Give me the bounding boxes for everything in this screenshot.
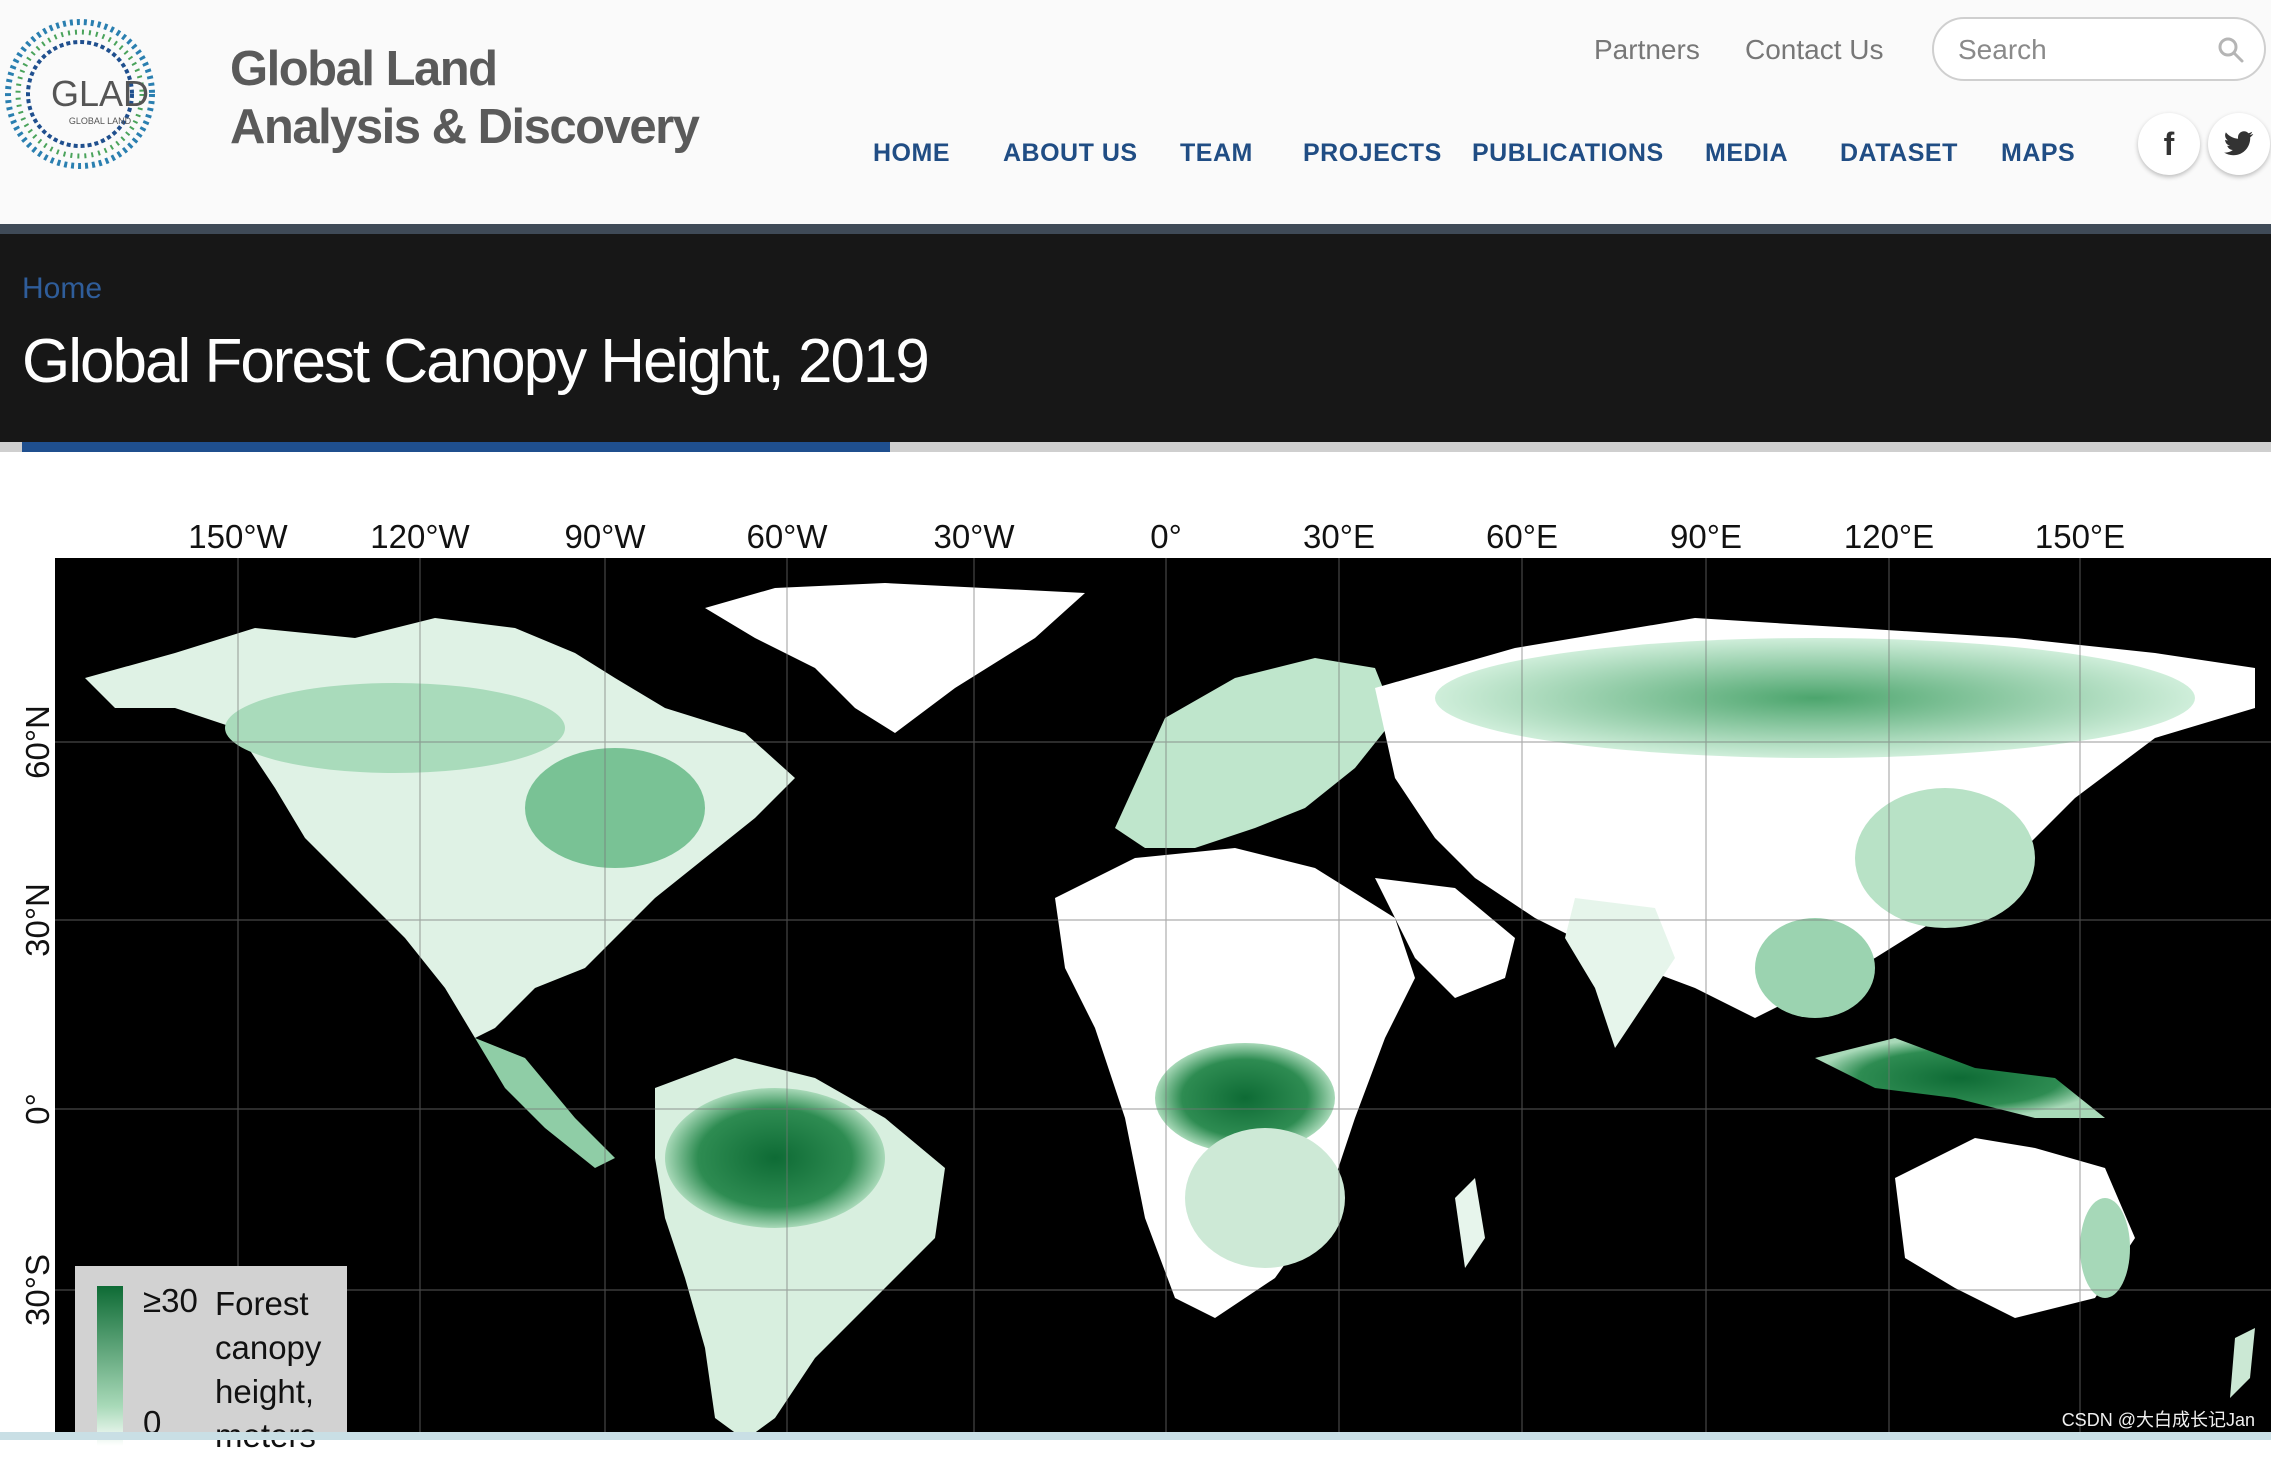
site-header: GLAD GLOBAL LAND Global Land Analysis & … (0, 0, 2271, 224)
brand-line-1: Global Land (230, 42, 498, 96)
lon-label: 150°E (2034, 518, 2126, 555)
partners-link[interactable]: Partners (1594, 34, 1700, 66)
map-legend: ≥30 0 Forest canopy height, meters (75, 1266, 347, 1454)
lat-label: 0° (19, 1093, 56, 1125)
siberian-taiga (1435, 638, 2195, 758)
watermark: CSDN @大白成长记Jan (2061, 1410, 2255, 1430)
legend-title-line: canopy (215, 1329, 322, 1366)
logo-text: GLAD (51, 73, 149, 114)
logo-subtext: GLOBAL LAND (69, 116, 132, 126)
lat-label: 30°S (19, 1254, 56, 1326)
page-title-band: Home Global Forest Canopy Height, 2019 (0, 234, 2271, 442)
legend-max-label: ≥30 (143, 1282, 198, 1319)
nav-media[interactable]: MEDIA (1705, 139, 1788, 168)
search-input[interactable] (1956, 29, 2210, 71)
nav-projects[interactable]: PROJECTS (1303, 139, 1442, 168)
glad-logo-icon[interactable]: GLAD GLOBAL LAND (0, 14, 160, 174)
header-divider (0, 224, 2271, 234)
southeast-asia-forest (1755, 918, 1875, 1018)
lon-label: 60°W (746, 518, 828, 555)
lon-label: 30°E (1303, 518, 1375, 555)
nav-team[interactable]: TEAM (1180, 139, 1253, 168)
nav-maps[interactable]: MAPS (2001, 139, 2075, 168)
lat-label: 60°N (19, 705, 56, 779)
breadcrumb-home[interactable]: Home (22, 272, 102, 306)
brand-line-2: Analysis & Discovery (230, 100, 700, 154)
search-icon[interactable] (2216, 35, 2246, 65)
lon-label: 60°E (1486, 518, 1558, 555)
lon-label: 0° (1150, 518, 1182, 555)
eastern-us-forest (525, 748, 705, 868)
lon-label: 150°W (188, 518, 288, 555)
nav-about-us[interactable]: ABOUT US (1003, 139, 1138, 168)
contact-us-link[interactable]: Contact Us (1745, 34, 1884, 66)
boreal-canada (225, 683, 565, 773)
lon-label: 90°W (564, 518, 646, 555)
twitter-icon[interactable] (2208, 113, 2270, 175)
search-box (1932, 17, 2266, 81)
africa-savanna (1185, 1128, 1345, 1268)
page-title: Global Forest Canopy Height, 2019 (22, 327, 930, 396)
lat-label: 30°N (19, 883, 56, 957)
nav-publications[interactable]: PUBLICATIONS (1472, 139, 1664, 168)
australia-east-forest (2080, 1198, 2130, 1298)
legend-title-line: Forest (215, 1285, 309, 1322)
legend-color-ramp (97, 1286, 123, 1446)
lon-label: 30°W (933, 518, 1015, 555)
nav-dataset[interactable]: DATASET (1840, 139, 1958, 168)
bottom-strip (0, 1432, 2271, 1440)
canopy-height-map: 150°W 120°W 90°W 60°W 30°W 0° 30°E 60°E … (0, 452, 2271, 1454)
nav-home[interactable]: HOME (873, 139, 950, 168)
lon-label: 120°W (370, 518, 470, 555)
lon-label: 90°E (1670, 518, 1742, 555)
twitter-bird-icon (2224, 131, 2254, 156)
east-asia-forest (1855, 788, 2035, 928)
facebook-icon[interactable]: f (2138, 113, 2200, 175)
lon-label: 120°E (1843, 518, 1935, 555)
world-map (55, 558, 2271, 1440)
title-underline-accent (22, 442, 890, 452)
legend-title-line: height, (215, 1373, 315, 1410)
brand-name[interactable]: Global Land Analysis & Discovery (230, 40, 700, 156)
